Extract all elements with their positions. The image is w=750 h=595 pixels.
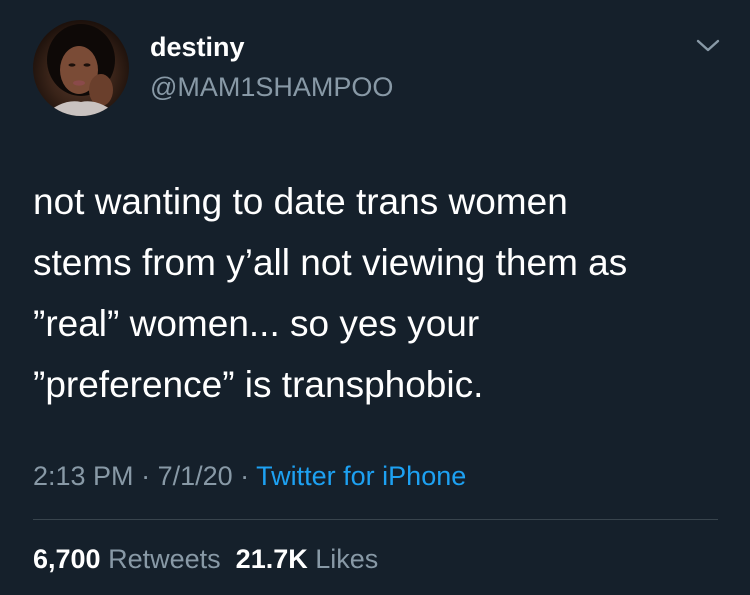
likes-stat[interactable]: 21.7K Likes (236, 544, 379, 574)
tweet-stats: 6,700 Retweets 21.7K Likes (33, 541, 378, 577)
chevron-down-icon[interactable] (694, 36, 722, 56)
divider (33, 519, 718, 520)
tweet-text: not wanting to date trans women stems fr… (33, 171, 723, 415)
avatar[interactable] (33, 20, 129, 116)
meta-separator: · (232, 461, 257, 491)
tweet-text-line: not wanting to date trans women (33, 181, 568, 222)
retweets-label: Retweets (108, 544, 221, 574)
display-name[interactable]: destiny (150, 30, 245, 64)
meta-separator: · (133, 461, 158, 491)
user-handle[interactable]: @MAM1SHAMPOO (150, 70, 393, 104)
tweet-text-line: stems from y’all not viewing them as (33, 242, 628, 283)
retweets-stat[interactable]: 6,700 Retweets (33, 544, 221, 574)
tweet-source-link[interactable]: Twitter for iPhone (256, 461, 466, 491)
tweet-date[interactable]: 7/1/20 (158, 461, 233, 491)
tweet-time[interactable]: 2:13 PM (33, 461, 134, 491)
tweet-meta: 2:13 PM · 7/1/20 · Twitter for iPhone (33, 458, 466, 494)
tweet-detail: destiny @MAM1SHAMPOO not wanting to date… (0, 0, 750, 595)
likes-count: 21.7K (235, 544, 308, 574)
tweet-text-line: ”preference” is transphobic. (33, 364, 484, 405)
tweet-text-line: ”real” women... so yes your (33, 303, 480, 344)
profile-photo-icon (43, 24, 119, 116)
retweets-count: 6,700 (33, 544, 101, 574)
likes-label: Likes (315, 544, 379, 574)
